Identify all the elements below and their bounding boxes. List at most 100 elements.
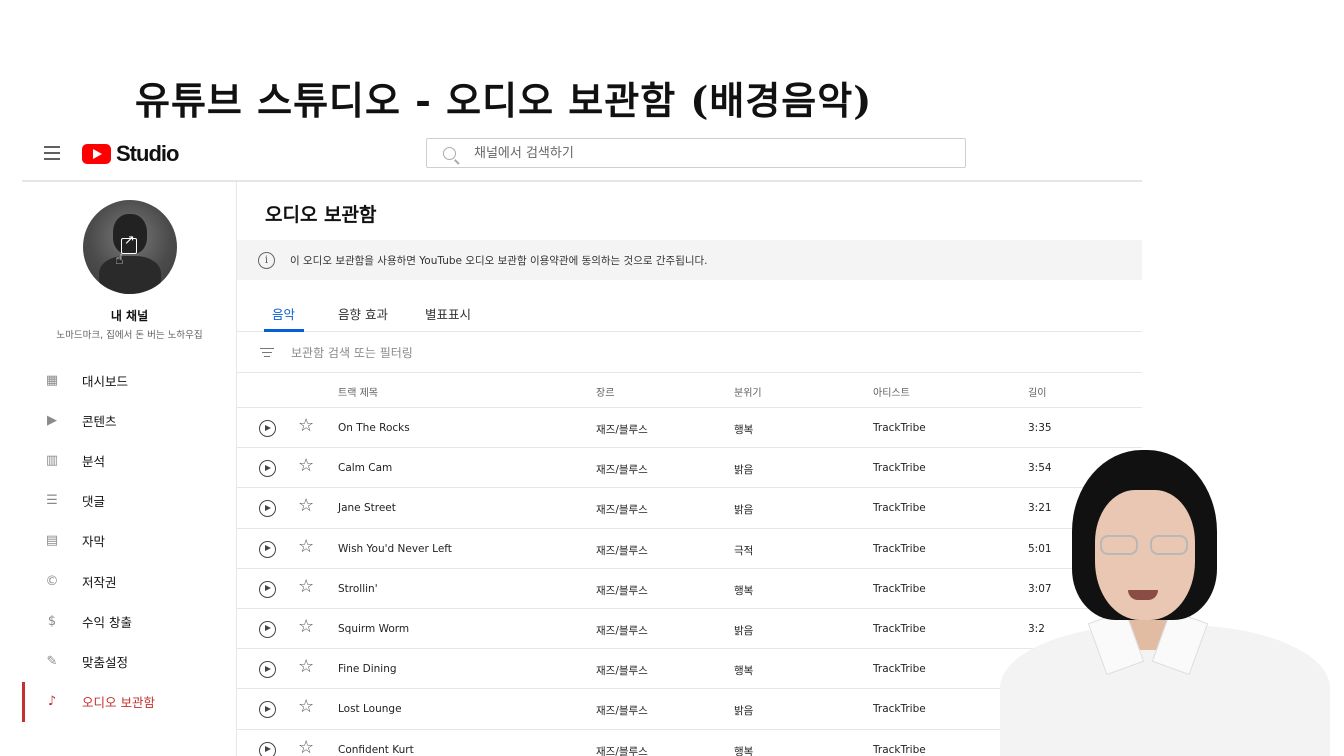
monetization-icon: $ — [47, 613, 57, 629]
play-icon[interactable] — [259, 420, 276, 437]
track-artist: TrackTribe — [873, 703, 926, 716]
pointer-cursor-icon: ☝ — [115, 252, 124, 268]
track-mood: 밝음 — [734, 464, 754, 477]
channel-search[interactable] — [426, 138, 966, 168]
track-mood: 행복 — [734, 584, 754, 597]
track-artist: TrackTribe — [873, 622, 926, 635]
avatar[interactable]: ☝ — [83, 200, 177, 294]
menu-icon[interactable] — [44, 146, 60, 160]
col-genre[interactable]: 장르 — [596, 384, 614, 399]
play-icon[interactable] — [259, 540, 276, 558]
play-icon[interactable] — [259, 661, 276, 679]
track-genre: 재즈/블루스 — [596, 584, 648, 597]
track-title: Lost Lounge — [338, 703, 402, 716]
studio-header: Studio — [22, 126, 1142, 182]
sidebar-item[interactable]: ▶ 콘텐츠 — [22, 400, 237, 440]
sidebar-item[interactable]: ▤ 자막 — [22, 521, 237, 561]
track-genre: 재즈/블루스 — [596, 504, 648, 517]
sidebar-item-label: 오디오 보관함 — [82, 695, 155, 711]
audio-library-icon: ♪ — [47, 694, 57, 710]
col-mood[interactable]: 분위기 — [734, 384, 762, 399]
sidebar-item[interactable]: ✎ 맞춤설정 — [22, 641, 237, 681]
star-icon[interactable]: ☆ — [298, 577, 314, 596]
track-title: On The Rocks — [338, 422, 410, 434]
track-length: 3:35 — [1028, 422, 1052, 434]
track-mood: 밝음 — [734, 705, 754, 718]
track-genre: 재즈/블루스 — [596, 424, 648, 436]
sidebar-item-label: 수익 창출 — [82, 614, 132, 630]
tab-sound-effects[interactable]: 음향 효과 — [338, 304, 388, 323]
track-mood: 극적 — [734, 544, 754, 557]
track-title: Calm Cam — [338, 462, 393, 475]
track-mood: 행복 — [734, 424, 754, 436]
sidebar-item[interactable]: ▥ 분석 — [22, 440, 237, 480]
sidebar-item-label: 분석 — [82, 453, 106, 469]
sidebar-item[interactable]: ▦ 대시보드 — [22, 360, 237, 400]
col-length[interactable]: 길이 — [1028, 384, 1046, 399]
sidebar-item-label: 저작권 — [82, 574, 117, 590]
star-icon[interactable]: ☆ — [298, 417, 314, 435]
track-genre: 재즈/블루스 — [596, 464, 648, 477]
col-artist[interactable]: 아티스트 — [873, 384, 910, 399]
track-genre: 재즈/블루스 — [596, 705, 648, 718]
star-icon[interactable]: ☆ — [298, 698, 314, 716]
sidebar-item[interactable]: ♪ 오디오 보관함 — [22, 681, 237, 722]
track-title: Confident Kurt — [338, 743, 414, 756]
tabs: 음악 음향 효과 별표표시 — [237, 294, 1142, 332]
tab-music[interactable]: 음악 — [272, 304, 295, 323]
track-mood: 행복 — [734, 745, 754, 756]
play-icon[interactable] — [259, 500, 276, 518]
track-mood: 행복 — [734, 665, 754, 678]
track-title: Squirm Worm — [338, 622, 410, 635]
track-genre: 재즈/블루스 — [596, 624, 648, 637]
comments-icon: ☰ — [46, 493, 58, 509]
track-artist: TrackTribe — [873, 743, 926, 756]
star-icon[interactable]: ☆ — [298, 658, 314, 676]
copyright-icon: © — [45, 573, 59, 589]
play-icon[interactable] — [259, 620, 276, 638]
table-row[interactable]: ☆ On The Rocks 재즈/블루스 행복 TrackTribe 3:35 — [237, 408, 1142, 449]
track-genre: 재즈/블루스 — [596, 745, 648, 756]
channel-name: 내 채널 — [110, 309, 149, 323]
play-icon[interactable] — [259, 460, 276, 478]
sidebar-item[interactable]: © 저작권 — [22, 561, 237, 601]
play-icon[interactable] — [259, 701, 276, 719]
track-title: Wish You'd Never Left — [338, 542, 452, 555]
star-icon[interactable]: ☆ — [298, 738, 314, 756]
track-artist: TrackTribe — [873, 542, 926, 555]
search-input[interactable] — [474, 145, 934, 161]
tab-starred[interactable]: 별표표시 — [425, 304, 471, 323]
youtube-studio-logo[interactable]: Studio — [82, 141, 179, 167]
sidebar-item-label: 자막 — [82, 534, 106, 550]
sidebar-item[interactable]: ☰ 댓글 — [22, 481, 237, 521]
active-tab-indicator — [264, 329, 304, 332]
star-icon[interactable]: ☆ — [298, 617, 314, 636]
track-artist: TrackTribe — [873, 502, 926, 515]
star-icon[interactable]: ☆ — [298, 457, 314, 475]
logo-text: Studio — [116, 141, 179, 166]
notice-text: 이 오디오 보관함을 사용하면 YouTube 오디오 보관함 이용약관에 동의… — [290, 254, 708, 267]
col-track-title[interactable]: 트랙 제목 — [338, 384, 378, 399]
sidebar-item[interactable]: $ 수익 창출 — [22, 601, 237, 641]
star-icon[interactable]: ☆ — [298, 497, 314, 515]
content-icon: ▶ — [47, 412, 57, 428]
terms-notice: i 이 오디오 보관함을 사용하면 YouTube 오디오 보관함 이용약관에 … — [237, 240, 1142, 280]
track-title: Strollin' — [338, 582, 378, 595]
play-icon[interactable] — [259, 580, 276, 598]
filter-bar[interactable] — [237, 333, 1142, 373]
dashboard-icon: ▦ — [45, 372, 59, 388]
filter-icon[interactable] — [260, 345, 274, 360]
info-icon: i — [258, 251, 275, 269]
customization-icon: ✎ — [46, 653, 58, 669]
filter-input[interactable] — [291, 345, 691, 360]
track-artist: TrackTribe — [873, 422, 926, 434]
presenter-video-overlay — [1000, 450, 1330, 756]
track-mood: 밝음 — [734, 624, 754, 637]
track-title: Fine Dining — [338, 663, 397, 676]
track-title: Jane Street — [338, 502, 396, 515]
track-artist: TrackTribe — [873, 462, 926, 475]
sidebar-item-label: 댓글 — [82, 494, 106, 510]
star-icon[interactable]: ☆ — [298, 537, 314, 556]
play-icon[interactable] — [259, 741, 276, 756]
sidebar-item-label: 대시보드 — [82, 373, 129, 389]
